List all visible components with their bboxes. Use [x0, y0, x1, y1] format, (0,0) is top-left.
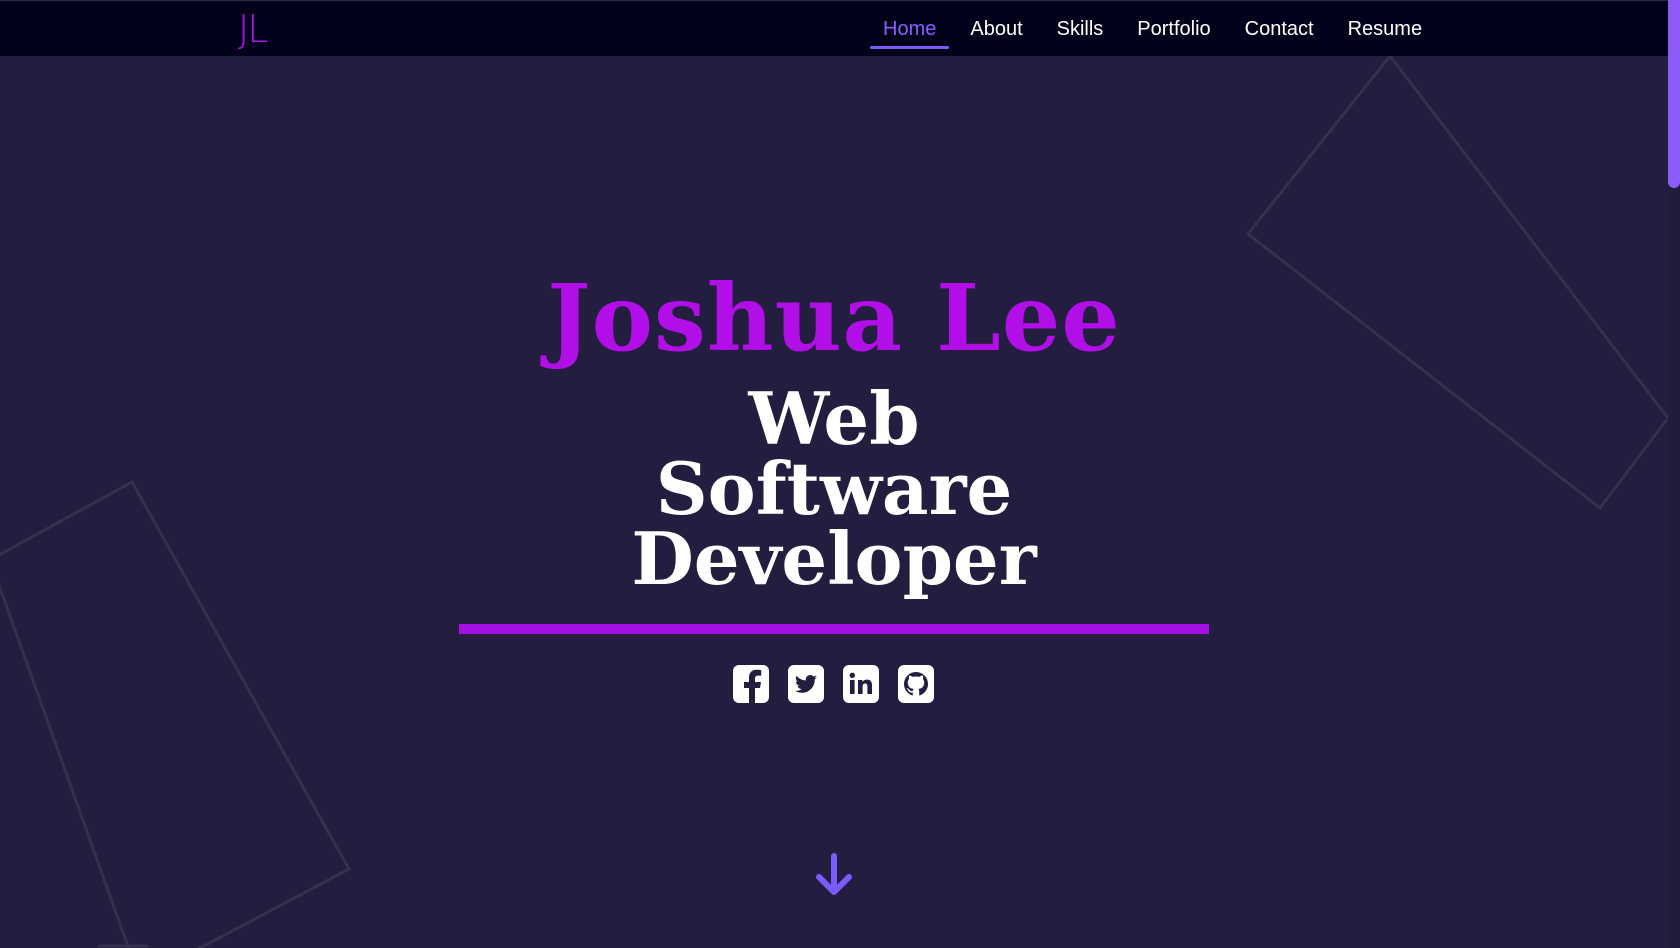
social-links	[733, 665, 934, 703]
github-icon	[904, 672, 928, 696]
hero-role-line-3: Developer	[631, 516, 1037, 601]
hero-role-line-1: Web	[748, 376, 920, 461]
github-link[interactable]	[898, 665, 934, 703]
hero-role: Web Software Developer	[0, 376, 1668, 601]
hero-role-line-2: Software	[655, 446, 1013, 531]
arrow-down-icon	[816, 853, 852, 895]
page: JL Home About Skills Portfolio Contact R…	[0, 0, 1680, 948]
twitter-icon	[795, 675, 817, 693]
page-scrollbar[interactable]	[1668, 0, 1680, 948]
linkedin-icon	[849, 672, 872, 694]
nav-item-contact[interactable]: Contact	[1228, 1, 1331, 57]
facebook-link[interactable]	[733, 665, 769, 703]
nav-item-skills[interactable]: Skills	[1040, 1, 1121, 57]
nav-menu: Home About Skills Portfolio Contact Resu…	[866, 1, 1439, 57]
top-navbar: JL Home About Skills Portfolio Contact R…	[0, 0, 1668, 56]
facebook-icon	[744, 669, 762, 703]
scrollbar-thumb[interactable]	[1668, 0, 1680, 188]
nav-item-portfolio[interactable]: Portfolio	[1120, 1, 1227, 57]
nav-item-home[interactable]: Home	[866, 1, 953, 57]
nav-item-about[interactable]: About	[953, 1, 1039, 57]
nav-item-resume[interactable]: Resume	[1331, 1, 1439, 57]
hero-name: Joshua Lee	[547, 264, 1121, 372]
hero-divider	[459, 624, 1209, 634]
linkedin-link[interactable]	[843, 665, 879, 703]
twitter-link[interactable]	[788, 665, 824, 703]
site-logo[interactable]: JL	[238, 7, 268, 51]
scroll-down-button[interactable]	[813, 852, 855, 898]
